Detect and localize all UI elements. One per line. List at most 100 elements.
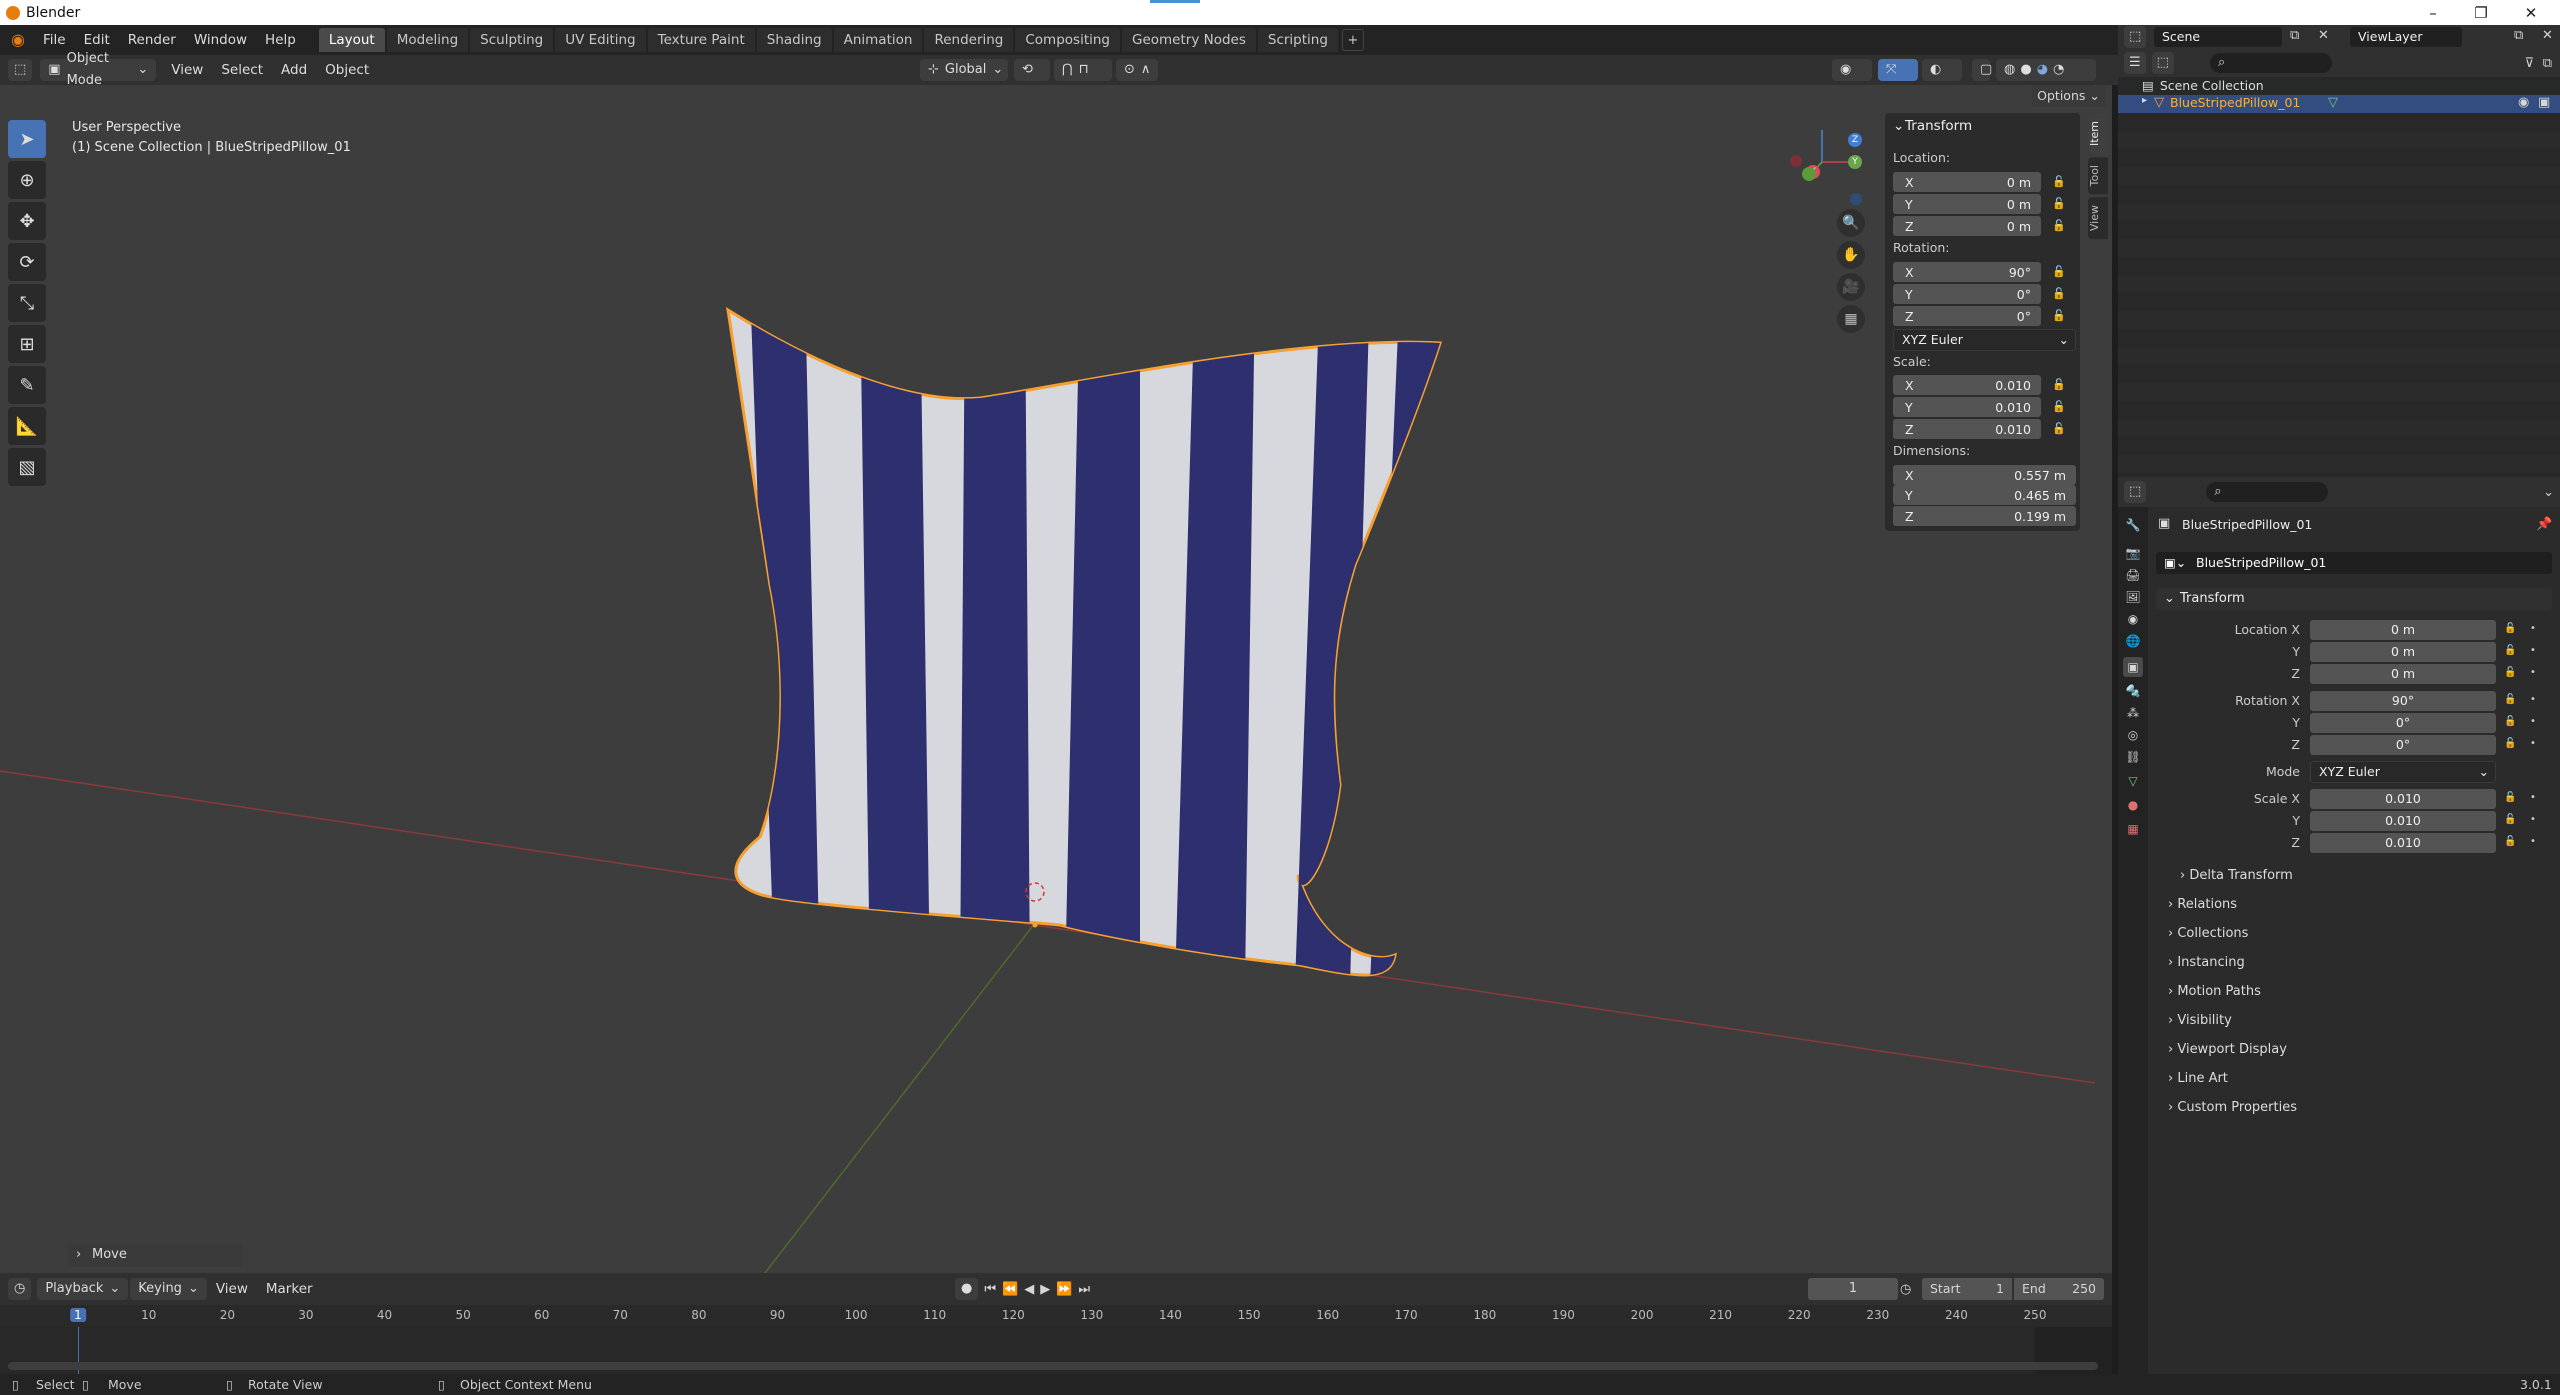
prop-rotation-x-field[interactable]: 90° bbox=[2310, 691, 2496, 711]
eye-icon[interactable]: ◉ bbox=[2518, 95, 2529, 110]
jump-start-icon[interactable]: ⏮ bbox=[984, 1282, 996, 1297]
dimensions-y-field[interactable]: Y 0.465 m bbox=[1893, 485, 2076, 505]
outliner-search-input[interactable]: ⌕ bbox=[2209, 53, 2332, 73]
shading-modes[interactable]: ◍ ● ◕ ◔ bbox=[1996, 59, 2096, 81]
lock-icon[interactable]: 🔓 bbox=[2052, 287, 2066, 301]
scale-y-field[interactable]: Y 0.010 bbox=[1893, 397, 2041, 417]
physics-icon[interactable]: ◎ bbox=[2123, 725, 2143, 745]
editor-type-button[interactable]: ⬚ bbox=[8, 59, 33, 81]
close-button[interactable]: ✕ bbox=[2508, 0, 2554, 25]
tab-scripting[interactable]: Scripting bbox=[1257, 28, 1338, 52]
tab-geometry-nodes[interactable]: Geometry Nodes bbox=[1122, 28, 1256, 52]
lock-icon[interactable]: 🔓 bbox=[2052, 265, 2066, 279]
line-art-section[interactable]: › Line Art bbox=[2168, 1071, 2228, 1086]
header-menu-view[interactable]: View bbox=[162, 62, 212, 78]
tab-compositing[interactable]: Compositing bbox=[1015, 28, 1120, 52]
pivot-select[interactable]: ⟲ bbox=[1014, 59, 1050, 81]
transform-section-header[interactable]: ⌄ Transform bbox=[2156, 588, 2552, 610]
tab-texture-paint[interactable]: Texture Paint bbox=[647, 28, 755, 52]
scale-z-field[interactable]: Z 0.010 bbox=[1893, 419, 2041, 439]
playback-menu[interactable]: Playback ⌄ bbox=[37, 1278, 129, 1300]
header-menu-select[interactable]: Select bbox=[212, 62, 272, 78]
annotate-tool-icon[interactable]: ✎ bbox=[8, 366, 46, 404]
gizmo-z-axis[interactable]: Z bbox=[1848, 133, 1862, 147]
last-operator-panel[interactable]: › Move bbox=[68, 1243, 243, 1267]
prop-rotation-mode-select[interactable]: XYZ Euler ⌄ bbox=[2310, 761, 2496, 783]
scene-icon[interactable]: ◉ bbox=[2123, 609, 2143, 629]
scene-field[interactable]: Scene bbox=[2154, 27, 2282, 47]
3d-viewport[interactable]: User Perspective (1) Scene Collection | … bbox=[0, 85, 2112, 1273]
rotation-z-field[interactable]: Z 0° bbox=[1893, 306, 2041, 326]
restore-button[interactable]: ❐ bbox=[2458, 0, 2504, 25]
current-frame-field[interactable]: 1 bbox=[1808, 1278, 1898, 1300]
location-x-field[interactable]: X 0 m bbox=[1893, 172, 2041, 192]
new-collection-icon[interactable]: ⧉ bbox=[2543, 56, 2552, 71]
scene-type-icon[interactable]: ⬚ bbox=[2124, 26, 2147, 48]
keying-menu[interactable]: Keying ⌄ bbox=[130, 1278, 207, 1300]
gizmo-y-axis[interactable]: Y bbox=[1848, 155, 1862, 169]
lock-icon[interactable]: 🔓 bbox=[2504, 738, 2516, 749]
world-icon[interactable]: 🌐 bbox=[2123, 631, 2143, 651]
blender-menu-icon[interactable]: ◉ bbox=[8, 30, 28, 50]
keyframe-dot-icon[interactable]: • bbox=[2530, 645, 2538, 656]
motion-paths-section[interactable]: › Motion Paths bbox=[2168, 984, 2261, 999]
visibility-section[interactable]: › Visibility bbox=[2168, 1013, 2232, 1028]
location-z-field[interactable]: Z 0 m bbox=[1893, 216, 2041, 236]
relations-section[interactable]: › Relations bbox=[2168, 897, 2237, 912]
mesh-data-icon[interactable]: ▽ bbox=[2328, 95, 2338, 110]
new-viewlayer-icon[interactable]: ⧉ bbox=[2514, 28, 2523, 43]
timeline-menu-marker[interactable]: Marker bbox=[257, 1281, 322, 1297]
keyframe-dot-icon[interactable]: • bbox=[2530, 836, 2538, 847]
modifier-wrench-icon[interactable]: 🔩 bbox=[2123, 681, 2143, 701]
remove-viewlayer-icon[interactable]: ✕ bbox=[2542, 28, 2553, 43]
prop-location-z-field[interactable]: 0 m bbox=[2310, 664, 2496, 684]
lock-icon[interactable]: 🔓 bbox=[2052, 422, 2066, 436]
texture-icon[interactable]: ▦ bbox=[2123, 819, 2143, 839]
add-workspace-button[interactable]: + bbox=[1341, 29, 1364, 51]
pin-icon[interactable]: 📌 bbox=[2536, 517, 2552, 532]
lock-icon[interactable]: 🔓 bbox=[2504, 716, 2516, 727]
lock-icon[interactable]: 🔓 bbox=[2052, 400, 2066, 414]
start-frame-field[interactable]: Start 1 bbox=[1922, 1278, 2012, 1300]
timeline-editor-type-button[interactable]: ◷ bbox=[8, 1278, 32, 1300]
rotation-y-field[interactable]: Y 0° bbox=[1893, 284, 2041, 304]
lock-icon[interactable]: 🔓 bbox=[2504, 645, 2516, 656]
rotation-mode-select[interactable]: XYZ Euler ⌄ bbox=[1893, 329, 2076, 351]
instancing-section[interactable]: › Instancing bbox=[2168, 955, 2245, 970]
keyframe-dot-icon[interactable]: • bbox=[2530, 623, 2538, 634]
xray-toggle[interactable]: ▢ bbox=[1972, 59, 1992, 81]
zoom-icon[interactable]: 🔍 bbox=[1837, 209, 1865, 237]
keyframe-dot-icon[interactable]: • bbox=[2530, 738, 2538, 749]
prop-scale-z-field[interactable]: 0.010 bbox=[2310, 833, 2496, 853]
tool-settings-icon[interactable]: 🔧 bbox=[2123, 515, 2143, 535]
particles-icon[interactable]: ⁂ bbox=[2123, 703, 2143, 723]
delta-transform-section[interactable]: › Delta Transform bbox=[2180, 868, 2293, 883]
render-icon[interactable]: 📷 bbox=[2123, 543, 2143, 563]
outliner-type-icon[interactable]: ☰ bbox=[2124, 52, 2146, 74]
display-mode-icon[interactable]: ⬚ bbox=[2151, 52, 2174, 74]
lock-icon[interactable]: 🔓 bbox=[2052, 378, 2066, 392]
outliner-row-pillow[interactable]: ▸ ▽ BlueStripedPillow_01 ▽ ◉ ▣ bbox=[2118, 95, 2560, 113]
solid-shading-icon[interactable]: ● bbox=[2020, 59, 2031, 81]
play-icon[interactable]: ▶ bbox=[1040, 1282, 1050, 1297]
tab-shading[interactable]: Shading bbox=[756, 28, 832, 52]
rotation-x-field[interactable]: X 90° bbox=[1893, 262, 2041, 282]
keyframe-dot-icon[interactable]: • bbox=[2530, 792, 2538, 803]
end-frame-field[interactable]: End 250 bbox=[2014, 1278, 2104, 1300]
keyframe-dot-icon[interactable]: • bbox=[2530, 716, 2538, 727]
lock-icon[interactable]: 🔓 bbox=[2052, 197, 2066, 211]
tab-rendering[interactable]: Rendering bbox=[924, 28, 1014, 52]
scale-x-field[interactable]: X 0.010 bbox=[1893, 375, 2041, 395]
object-properties-icon[interactable]: ▣ bbox=[2123, 657, 2143, 677]
play-reverse-icon[interactable]: ◀ bbox=[1024, 1282, 1034, 1297]
gizmo-neg-y[interactable] bbox=[1802, 167, 1816, 181]
object-name-field[interactable]: ▣⌄ BlueStripedPillow_01 bbox=[2156, 552, 2552, 574]
lock-icon[interactable]: 🔓 bbox=[2504, 694, 2516, 705]
header-menu-object[interactable]: Object bbox=[316, 62, 378, 78]
dimensions-x-field[interactable]: X 0.557 m bbox=[1893, 465, 2076, 485]
lock-icon[interactable]: 🔓 bbox=[2052, 309, 2066, 323]
gizmo-neg-x[interactable] bbox=[1790, 155, 1802, 167]
lock-icon[interactable]: 🔓 bbox=[2504, 667, 2516, 678]
rendered-shading-icon[interactable]: ◔ bbox=[2053, 59, 2064, 81]
prop-scale-x-field[interactable]: 0.010 bbox=[2310, 789, 2496, 809]
